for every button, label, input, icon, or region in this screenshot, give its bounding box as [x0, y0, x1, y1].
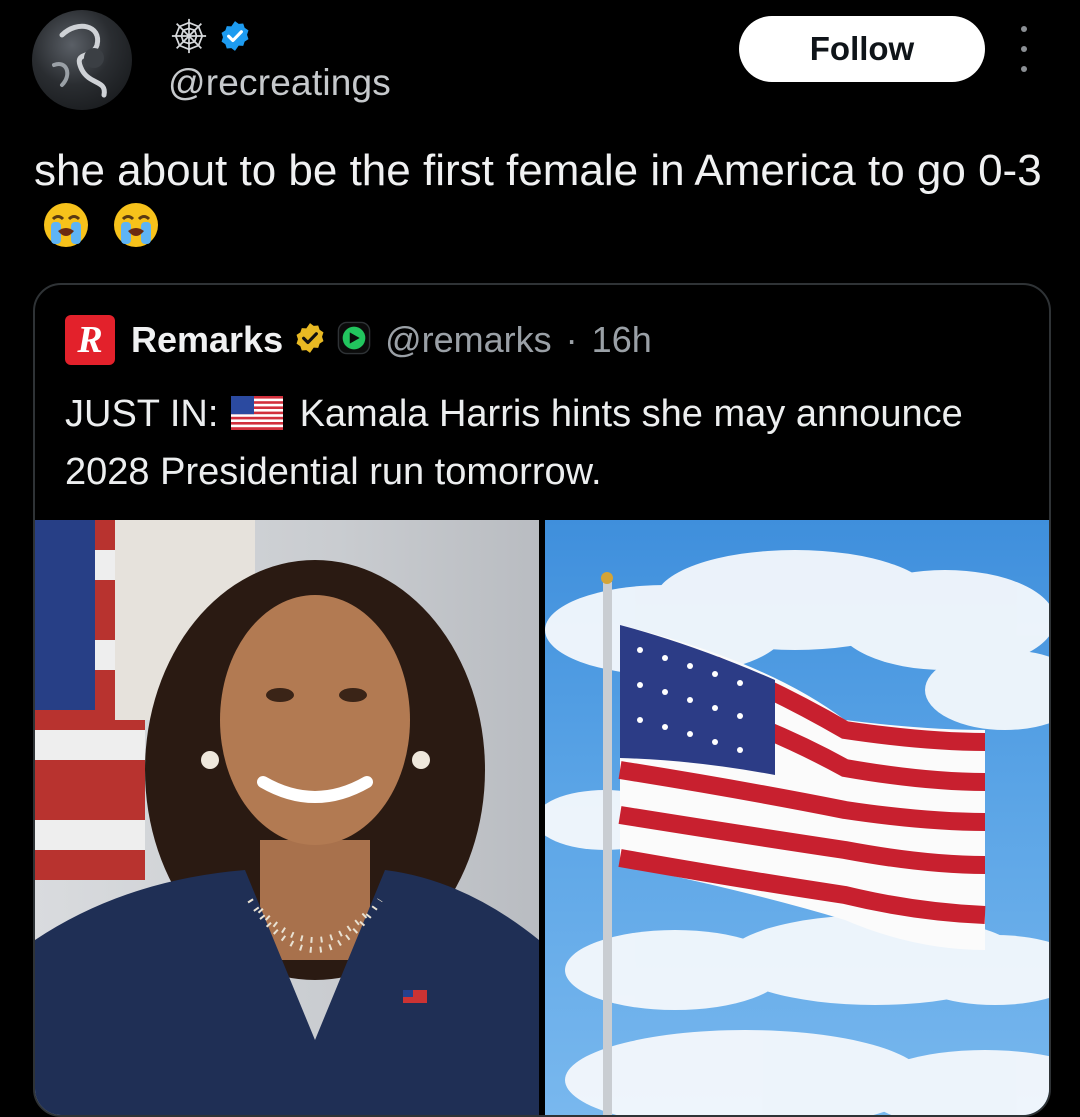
author-name-row: [170, 18, 252, 54]
quote-media[interactable]: [35, 520, 1049, 1115]
crying-face-icon: [110, 199, 162, 265]
more-icon[interactable]: [1012, 26, 1036, 72]
gold-verified-icon: [293, 321, 327, 360]
us-flag-icon: [231, 391, 283, 445]
avatar[interactable]: [32, 10, 132, 110]
quote-author-handle[interactable]: @remarks: [385, 319, 552, 361]
tweet-body: she about to be the first female in Amer…: [34, 146, 1042, 195]
tweet-text: she about to be the first female in Amer…: [34, 142, 1044, 265]
affiliate-badge-icon: [337, 321, 371, 360]
quote-text-prefix: JUST IN:: [65, 393, 219, 435]
quote-text: JUST IN: Kamala Harris hints she may ann…: [65, 387, 1025, 499]
quote-separator: ·: [565, 319, 578, 360]
quoted-tweet[interactable]: R Remarks @remarks · 16h JUST IN: Kamala…: [33, 283, 1051, 1117]
crying-face-icon: [40, 199, 92, 265]
quote-author-name[interactable]: Remarks: [131, 319, 283, 361]
american-flag-photo[interactable]: [545, 520, 1049, 1115]
portrait-photo[interactable]: [35, 520, 539, 1115]
remarks-logo-icon: R: [65, 315, 115, 365]
follow-button[interactable]: Follow: [739, 16, 985, 82]
quote-header: R Remarks @remarks · 16h: [65, 315, 652, 365]
quote-time[interactable]: 16h: [592, 319, 652, 361]
verified-icon: [218, 19, 252, 53]
author-handle[interactable]: @recreatings: [168, 62, 391, 104]
spider-web-icon: [170, 17, 208, 55]
